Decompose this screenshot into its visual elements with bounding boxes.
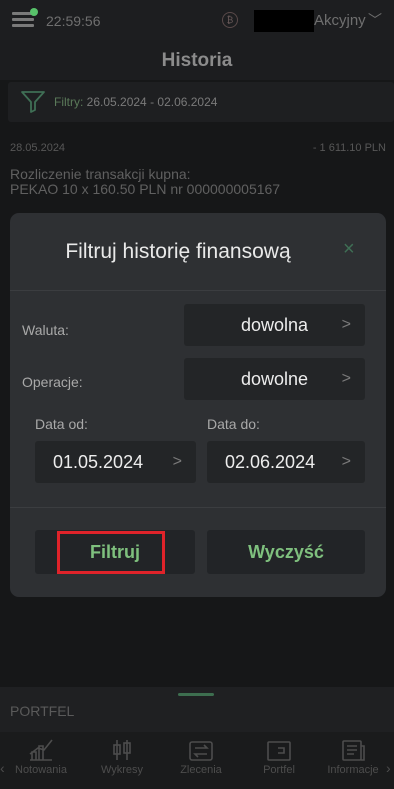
candlestick-icon [113,740,131,760]
coin-icon: ₿ [222,12,238,28]
filter-summary: Filtry: 26.05.2024 - 02.06.2024 [54,95,217,109]
transaction-description: Rozliczenie transakcji kupna: PEKAO 10 x… [10,167,280,197]
divider [10,290,386,291]
operations-select[interactable]: dowolne > [184,358,365,400]
nav-label: Informacje [327,764,379,776]
drawer-handle[interactable] [178,693,214,696]
dialog-title: Filtruj historię finansową [65,240,291,263]
date-from-label: Data od: [35,416,88,432]
operations-value: dowolne [240,369,309,389]
chevron-down-icon[interactable]: ﹀ [368,10,382,30]
highlight-box [57,531,165,574]
portfolio-label: PORTFEL [10,703,75,719]
transaction-line-2: PEKAO 10 x 160.50 PLN nr 000000005167 [10,181,281,197]
close-icon[interactable]: × [343,238,355,261]
nav-item-zlecenia[interactable]: Zlecenia [162,738,240,776]
nav-label: Portfel [263,764,295,776]
chevron-right-icon[interactable]: › [386,760,391,776]
notification-dot [30,8,38,16]
clear-button[interactable]: Wyczyść [207,530,365,574]
transaction-amount: - 1 611.10 PLN [312,142,386,154]
nav-item-wykresy[interactable]: Wykresy [83,738,161,776]
chevron-right-icon: > [172,453,182,470]
currency-label: Waluta: [22,322,69,338]
clock: 22:59:56 [46,13,101,29]
filter-range: 26.05.2024 - 02.06.2024 [86,95,218,109]
page-title: Historia [161,50,233,71]
account-selector[interactable]: Akcyjny [314,12,366,29]
filter-prefix: Filtry: [54,95,84,109]
nav-item-notowania[interactable]: Notowania [2,738,80,776]
nav-label: Wykresy [100,764,144,776]
chevron-right-icon: > [341,370,351,387]
filter-icon [21,91,45,113]
nav-label: Notowania [15,764,67,776]
currency-value: dowolna [240,315,309,335]
date-from-select[interactable]: 01.05.2024 > [35,441,196,483]
transaction-line-1: Rozliczenie transakcji kupna: [10,166,191,182]
chevron-right-icon: > [341,453,351,470]
divider [10,507,386,508]
orders-icon [189,741,213,761]
nav-item-informacje[interactable]: Informacje [314,738,392,776]
date-to-label: Data do: [207,416,260,432]
wallet-icon [267,741,291,761]
date-to-value: 02.06.2024 [225,452,316,472]
date-to-select[interactable]: 02.06.2024 > [207,441,365,483]
redacted-area [254,10,314,32]
news-icon [342,740,365,761]
nav-item-portfel[interactable]: Portfel [240,738,318,776]
operations-label: Operacje: [22,374,83,390]
nav-label: Zlecenia [180,764,222,776]
date-from-value: 01.05.2024 [53,452,144,472]
transaction-date: 28.05.2024 [10,142,66,154]
currency-select[interactable]: dowolna > [184,304,365,346]
chevron-right-icon: > [341,316,351,333]
quotes-icon [29,739,53,761]
